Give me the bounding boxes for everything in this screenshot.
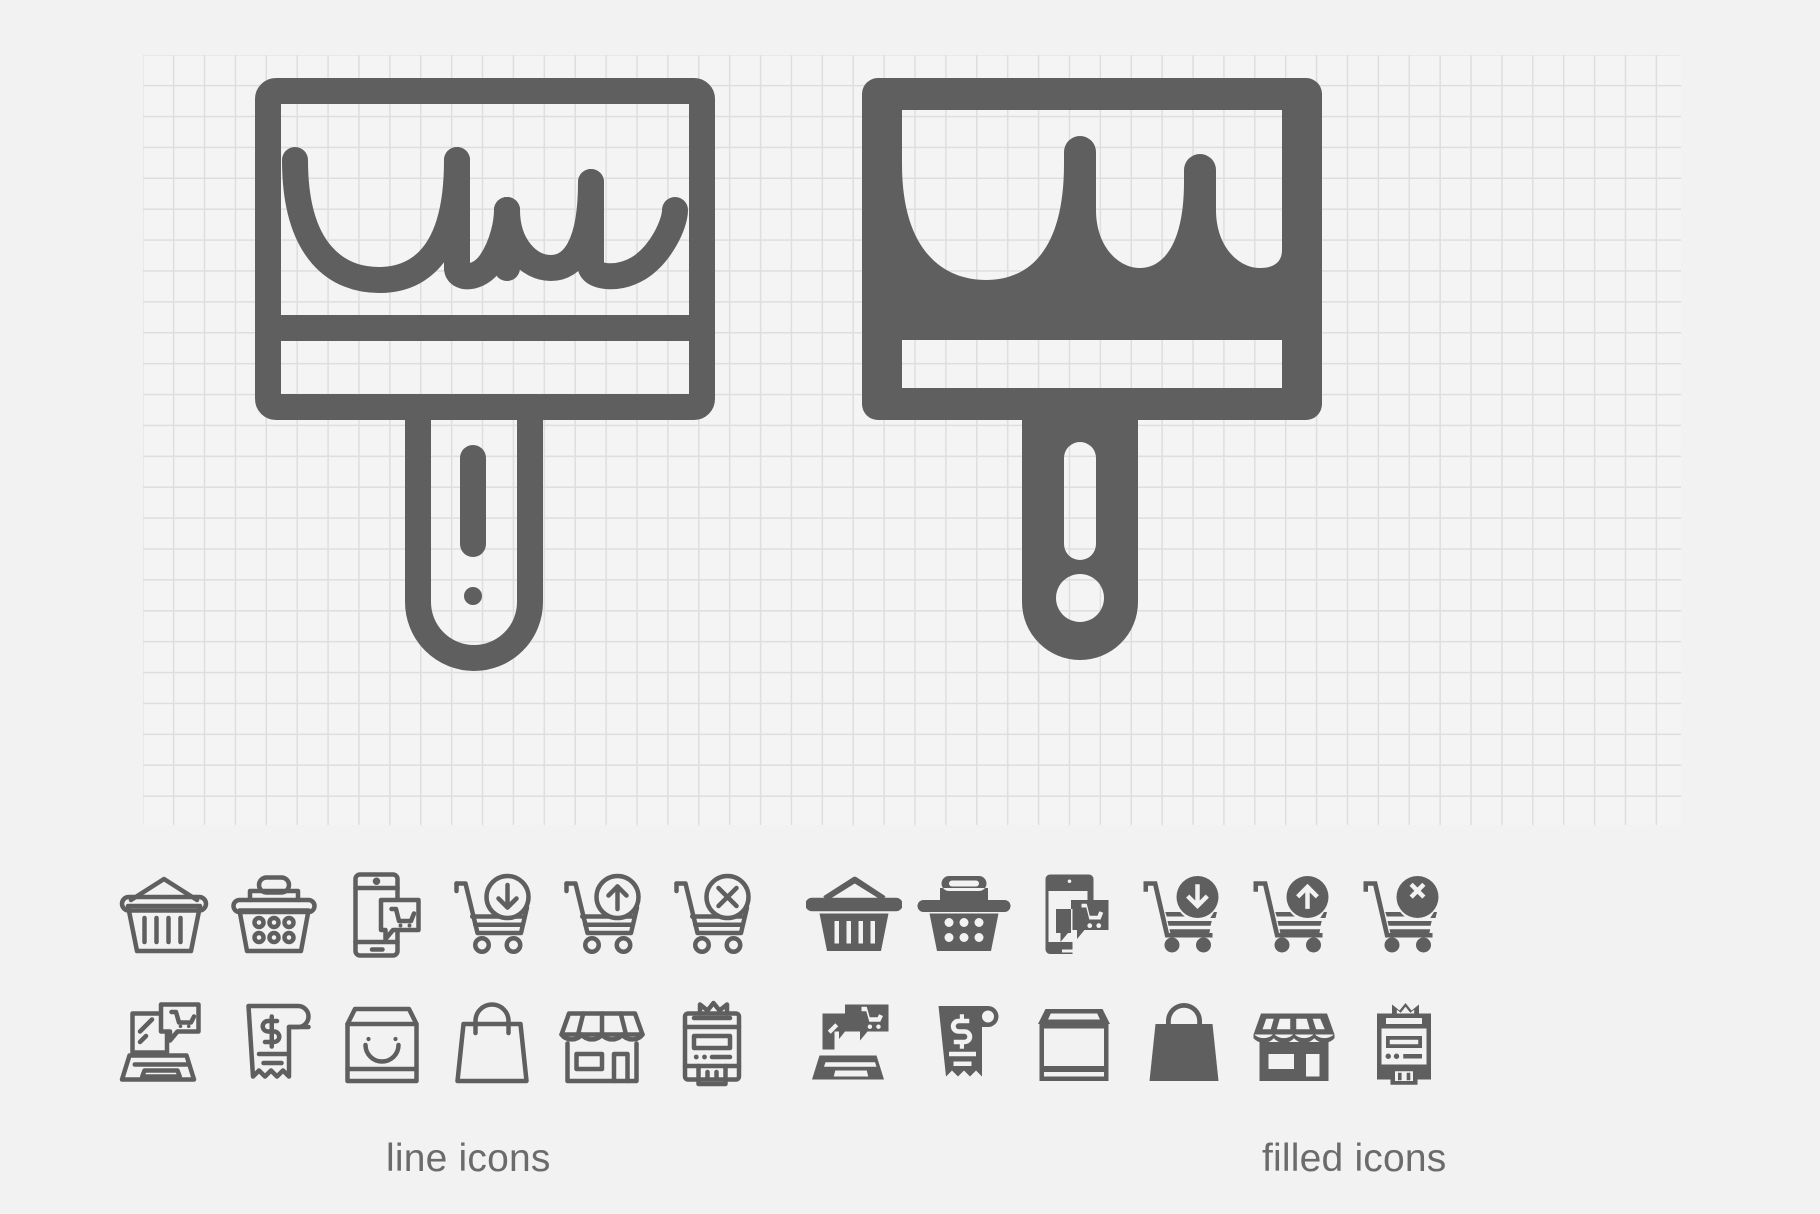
icon-row-2 — [0, 985, 1820, 1115]
store-front-icon[interactable] — [1240, 985, 1348, 1105]
store-front-icon[interactable] — [548, 985, 656, 1105]
shopping-bag-icon[interactable] — [438, 985, 546, 1105]
cart-download-icon[interactable] — [440, 855, 548, 975]
cart-remove-icon[interactable] — [1350, 855, 1458, 975]
laptop-shopping-icon[interactable] — [800, 985, 908, 1105]
shopping-basket-dots-icon[interactable] — [910, 855, 1018, 975]
icon-design-grid — [143, 55, 1681, 825]
receipt-dollar-icon[interactable] — [910, 985, 1018, 1105]
cart-upload-icon[interactable] — [1240, 855, 1348, 975]
shopping-bag-smile-icon[interactable] — [328, 985, 436, 1105]
caption-filled-icons: filled icons — [1262, 1137, 1447, 1180]
cart-upload-icon[interactable] — [550, 855, 658, 975]
icon-showcase-canvas: line icons filled icons — [0, 0, 1820, 1214]
hero-icon-paint-brush-filled[interactable] — [862, 78, 1322, 698]
hero-icon-paint-brush-line[interactable] — [255, 78, 715, 698]
caption-line-icons: line icons — [386, 1137, 551, 1180]
icon-sample-rows — [0, 855, 1820, 1115]
mobile-shopping-icon[interactable] — [1020, 855, 1128, 975]
shopping-bag-icon[interactable] — [1130, 985, 1238, 1105]
cart-download-icon[interactable] — [1130, 855, 1238, 975]
shopping-basket-striped-icon[interactable] — [800, 855, 908, 975]
shopping-basket-striped-icon[interactable] — [110, 855, 218, 975]
pos-terminal-icon[interactable] — [1350, 985, 1458, 1105]
shopping-basket-dots-icon[interactable] — [220, 855, 328, 975]
pos-terminal-icon[interactable] — [658, 985, 766, 1105]
receipt-dollar-icon[interactable] — [220, 985, 328, 1105]
shopping-bag-smile-icon[interactable] — [1020, 985, 1128, 1105]
icon-row-1 — [0, 855, 1820, 985]
laptop-shopping-icon[interactable] — [110, 985, 218, 1105]
mobile-shopping-icon[interactable] — [330, 855, 438, 975]
cart-remove-icon[interactable] — [660, 855, 768, 975]
